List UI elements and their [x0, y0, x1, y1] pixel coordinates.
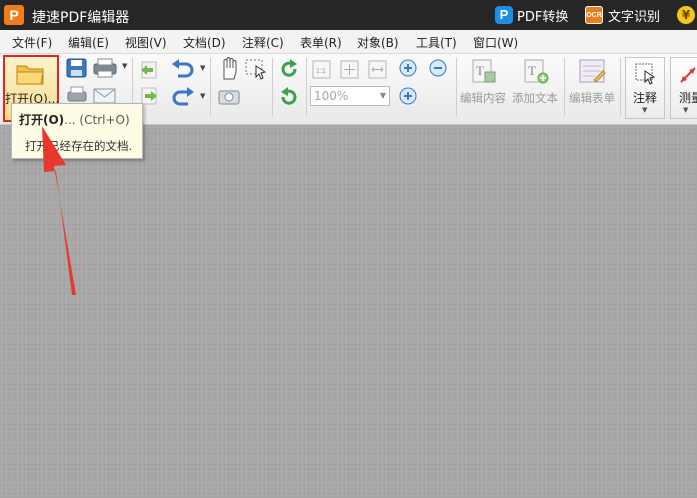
pdf-convert-icon: P	[495, 6, 513, 24]
rotate-clockwise-icon[interactable]	[278, 58, 300, 80]
title-bar: P 捷速PDF编辑器 P PDF转换 OCR 文字识别 ¥	[0, 0, 697, 30]
ocr-icon: OCR	[585, 6, 603, 24]
add-text-icon[interactable]: T	[522, 58, 550, 86]
add-text-label: 添加文本	[512, 91, 558, 105]
edit-form-icon[interactable]	[578, 58, 608, 86]
document-workspace[interactable]	[0, 125, 697, 498]
undo-icon[interactable]	[170, 58, 196, 80]
zoom-out-icon[interactable]	[428, 58, 452, 80]
svg-text:T: T	[528, 63, 536, 78]
measure-button[interactable]: 测量 ▼	[670, 57, 697, 119]
previous-page-icon[interactable]	[138, 60, 160, 80]
pdf-convert-button[interactable]: P PDF转换	[495, 5, 568, 25]
tooltip-title-row: 打开(O)... (Ctrl+O)	[19, 111, 130, 128]
ocr-button[interactable]: OCR 文字识别	[585, 5, 660, 25]
svg-text:1:1: 1:1	[316, 68, 326, 75]
chevron-down-icon: ▼	[642, 106, 648, 114]
redo-icon[interactable]	[170, 86, 196, 108]
rotate-counterclockwise-icon[interactable]	[278, 86, 300, 108]
fit-page-icon[interactable]	[340, 60, 360, 80]
print-dropdown-icon[interactable]: ▼	[122, 62, 127, 70]
edit-content-icon[interactable]: T	[470, 58, 498, 86]
menu-view[interactable]: 视图(V)	[125, 34, 167, 51]
select-icon[interactable]	[244, 58, 268, 80]
redo-dropdown-icon[interactable]: ▼	[200, 92, 205, 100]
edit-form-label: 编辑表单	[569, 91, 615, 105]
menu-file[interactable]: 文件(F)	[12, 34, 52, 51]
fit-width-icon[interactable]	[368, 60, 388, 80]
tooltip-shortcut: ... (Ctrl+O)	[64, 113, 130, 127]
actual-size-icon[interactable]: 1:1	[312, 60, 332, 80]
svg-text:T: T	[476, 63, 484, 78]
menu-object[interactable]: 对象(B)	[357, 34, 399, 51]
measure-icon	[680, 67, 696, 83]
menu-edit[interactable]: 编辑(E)	[68, 34, 109, 51]
open-tooltip: 打开(O)... (Ctrl+O) 打开已经存在的文档.	[11, 103, 143, 159]
zoom-in-icon[interactable]	[398, 58, 422, 80]
zoom-plus-icon[interactable]	[398, 86, 422, 108]
chevron-down-icon: ▼	[683, 106, 689, 114]
annotate-icon	[635, 63, 656, 85]
zoom-value: 100%	[314, 89, 349, 103]
tooltip-description: 打开已经存在的文档.	[25, 139, 133, 153]
menu-form[interactable]: 表单(R)	[300, 34, 342, 51]
hand-icon[interactable]	[218, 57, 240, 81]
menu-bar: 文件(F) 编辑(E) 视图(V) 文档(D) 注释(C) 表单(R) 对象(B…	[0, 30, 697, 54]
undo-dropdown-icon[interactable]: ▼	[200, 64, 205, 72]
chevron-down-icon: ▼	[379, 91, 386, 100]
app-title: 捷速PDF编辑器	[32, 10, 130, 26]
zoom-select[interactable]: 100% ▼	[310, 86, 390, 106]
snapshot-icon[interactable]	[218, 87, 240, 105]
measure-label: 测量	[679, 91, 697, 105]
menu-comment[interactable]: 注释(C)	[242, 34, 284, 51]
tooltip-title: 打开(O)	[19, 113, 65, 127]
menu-window[interactable]: 窗口(W)	[473, 34, 518, 51]
app-logo-icon: P	[4, 5, 24, 25]
edit-content-label: 编辑内容	[460, 91, 506, 105]
print-icon[interactable]	[92, 58, 120, 78]
ocr-label: 文字识别	[608, 9, 661, 25]
pdf-convert-label: PDF转换	[517, 9, 569, 25]
save-icon[interactable]	[66, 58, 88, 78]
menu-tools[interactable]: 工具(T)	[416, 34, 457, 51]
annotate-label: 注释	[633, 91, 658, 105]
coin-icon[interactable]: ¥	[677, 6, 695, 24]
folder-icon	[16, 65, 44, 85]
menu-document[interactable]: 文档(D)	[183, 34, 226, 51]
annotate-button[interactable]: 注释 ▼	[625, 57, 665, 119]
